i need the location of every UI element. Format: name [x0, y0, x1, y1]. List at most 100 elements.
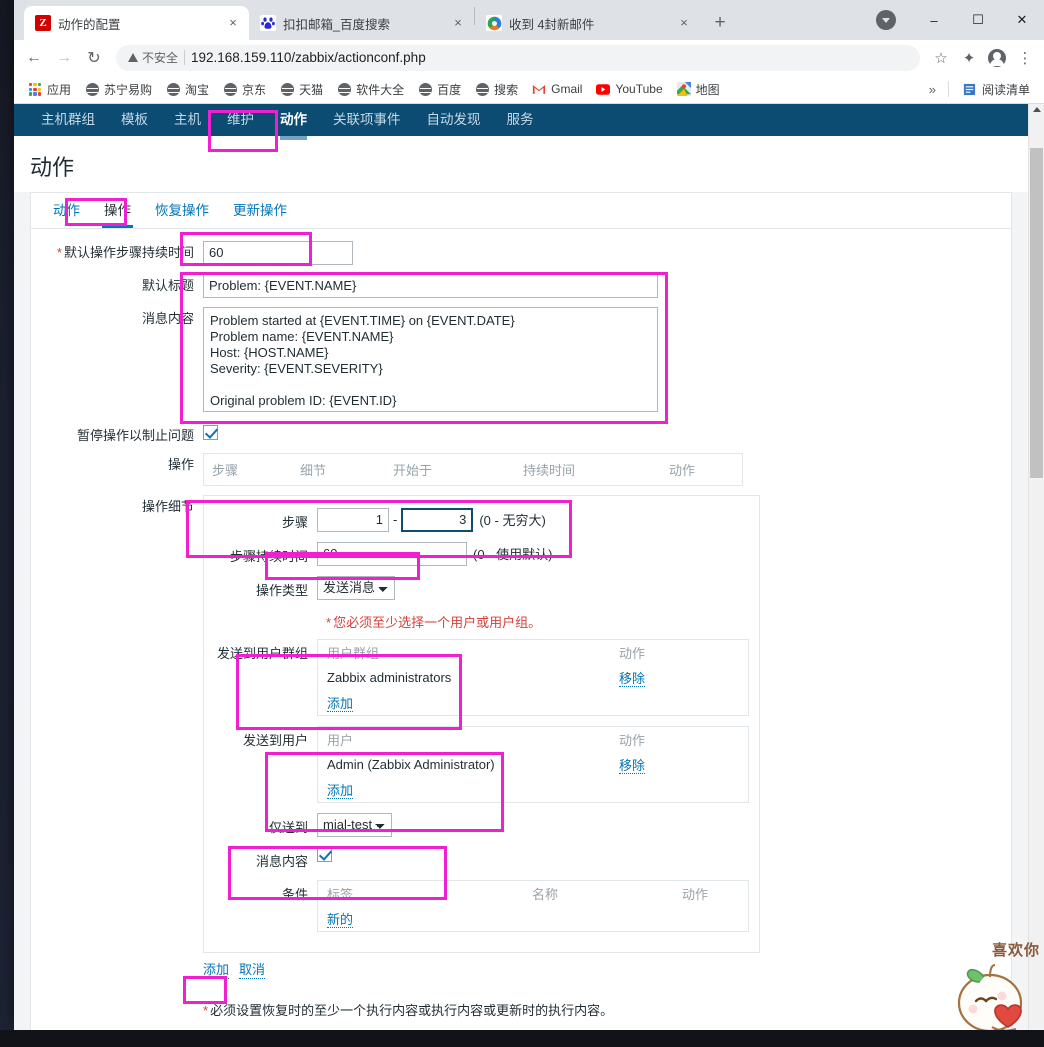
nav-item-hosts[interactable]: 主机 [161, 104, 214, 136]
operation-type-select[interactable]: 发送消息 [317, 575, 395, 600]
row-step-duration: 步骤持续时间 (0 - 使用默认) [214, 541, 749, 566]
scroll-up-arrow-icon[interactable] [1033, 106, 1041, 112]
send-only-to-select[interactable]: mial-test [317, 812, 392, 837]
scrollbar-thumb[interactable] [1030, 147, 1043, 478]
message-content-textarea[interactable]: Problem started at {EVENT.TIME} on {EVEN… [203, 306, 658, 412]
reload-icon[interactable]: ↻ [80, 44, 108, 72]
address-bar[interactable]: 不安全 192.168.159.110/zabbix/actionconf.ph… [116, 44, 920, 71]
field-step-duration: (0 - 使用默认) [317, 541, 749, 566]
reading-list-button[interactable]: 阅读清单 [957, 79, 1036, 100]
profile-avatar-icon[interactable] [984, 45, 1010, 71]
maximize-icon[interactable]: ☐ [956, 4, 1000, 36]
step-from-input[interactable] [317, 507, 389, 532]
bookmark-tmall[interactable]: 天猫 [274, 79, 329, 100]
browser-tab-2[interactable]: 收到 4封新邮件 × [475, 6, 700, 40]
nav-item-correlation[interactable]: 关联项事件 [320, 104, 414, 136]
add-user-group-link[interactable]: 添加 [327, 695, 354, 712]
bookmark-baidu[interactable]: 百度 [412, 79, 467, 100]
row-operation-details: 操作细节 步骤 - [31, 494, 1011, 983]
col-details: 细节 [300, 462, 327, 478]
nav-item-templates[interactable]: 模板 [108, 104, 161, 136]
custom-message-checkbox[interactable] [317, 846, 332, 862]
profile-chevron-icon[interactable] [876, 10, 896, 30]
users-add-row: 添加 [318, 777, 748, 802]
action-form-card: 动作 操作 恢复操作 更新操作 * 默认操作步骤持续时间 60 默认标题 Pro… [30, 191, 1012, 1030]
browser-window: Z 动作的配置 × 扣扣邮箱_百度搜索 × 收到 4封新邮件 × + – ☐ ✕… [14, 0, 1044, 1030]
label-send-to-user-groups: 发送到用户群组 [216, 645, 308, 661]
browser-tab-0[interactable]: Z 动作的配置 × [24, 6, 249, 40]
new-condition-link[interactable]: 新的 [327, 911, 354, 928]
bookmark-maps[interactable]: 地图 [671, 79, 726, 100]
nav-item-host-groups[interactable]: 主机群组 [28, 104, 108, 136]
pause-operations-checkbox[interactable] [203, 424, 218, 440]
browser-tab-1[interactable]: 扣扣邮箱_百度搜索 × [249, 6, 474, 40]
minimize-icon[interactable]: – [912, 4, 956, 36]
globe-icon [475, 82, 489, 96]
nav-item-actions[interactable]: 动作 [267, 104, 320, 140]
label-custom-message: 消息内容 [255, 853, 308, 869]
reading-list-label: 阅读清单 [981, 82, 1030, 97]
tab-recovery-operations[interactable]: 恢复操作 [143, 193, 221, 228]
remove-user-group-link[interactable]: 移除 [619, 670, 646, 687]
bookmark-jd[interactable]: 京东 [217, 79, 272, 100]
nav-item-discovery[interactable]: 自动发现 [414, 104, 494, 136]
baidu-icon [260, 15, 276, 31]
default-subject-input[interactable] [203, 273, 658, 298]
bookmark-star-icon[interactable]: ☆ [928, 45, 954, 71]
operation-details-panel: 步骤 - (0 - 无穷大) [203, 494, 760, 953]
apps-grid-icon [28, 82, 42, 96]
step-to-input[interactable] [401, 507, 474, 532]
warning-triangle-icon [128, 53, 138, 63]
nav-item-maintenance[interactable]: 维护 [214, 104, 267, 136]
steps-dash: - [393, 512, 398, 528]
window-controls: – ☐ ✕ [912, 0, 1044, 40]
field-message-content: Problem started at {EVENT.TIME} on {EVEN… [203, 306, 1011, 415]
close-icon[interactable]: × [450, 15, 466, 31]
bookmark-search[interactable]: 搜索 [469, 79, 524, 100]
label-steps: 步骤 [281, 514, 308, 530]
bookmarks-overflow-icon[interactable]: » [925, 82, 940, 97]
steps-hint: (0 - 无穷大) [479, 513, 546, 529]
browser-menu-icon[interactable]: ⋮ [1012, 45, 1038, 71]
tab-operations[interactable]: 操作 [92, 193, 143, 228]
new-tab-button[interactable]: + [706, 9, 734, 37]
close-window-icon[interactable]: ✕ [1000, 4, 1044, 36]
tab-update-operations[interactable]: 更新操作 [221, 193, 299, 228]
row-default-step-duration: * 默认操作步骤持续时间 [31, 240, 1011, 265]
bookmark-youtube[interactable]: YouTube [590, 80, 668, 98]
required-asterisk: * [326, 614, 332, 630]
cancel-operation-link[interactable]: 取消 [239, 959, 266, 979]
forward-icon[interactable]: → [50, 44, 78, 72]
bookmark-apps[interactable]: 应用 [22, 79, 77, 100]
label-default-subject: 默认标题 [141, 277, 194, 293]
col-label: 标签 [327, 886, 354, 902]
operation-action-links: 添加 取消 [203, 953, 1011, 983]
close-icon[interactable]: × [676, 15, 692, 31]
bookmark-software[interactable]: 软件大全 [331, 79, 410, 100]
tab-action[interactable]: 动作 [41, 193, 92, 228]
nav-item-services[interactable]: 服务 [494, 104, 547, 136]
extensions-icon[interactable]: ✦ [956, 45, 982, 71]
add-operation-link[interactable]: 添加 [203, 959, 230, 979]
close-icon[interactable]: × [225, 15, 241, 31]
not-secure-indicator[interactable]: 不安全 [128, 49, 178, 66]
label-pause-operations: 暂停操作以制止问题 [76, 427, 194, 443]
omnibox-divider [184, 50, 186, 66]
back-icon[interactable]: ← [20, 44, 48, 72]
step-duration-input[interactable] [317, 541, 467, 566]
remove-user-link[interactable]: 移除 [619, 757, 646, 774]
add-user-link[interactable]: 添加 [327, 782, 354, 799]
label-send-only-to: 仅送到 [268, 819, 308, 835]
default-step-duration-input[interactable] [203, 240, 353, 265]
row-send-to-users: 发送到用户 用户 动作 Admin (Zabbix Administrator)… [214, 725, 749, 803]
bookmark-gmail[interactable]: Gmail [526, 80, 588, 98]
field-pause-operations [203, 424, 1011, 440]
label-default-step-duration: * 默认操作步骤持续时间 [56, 244, 194, 260]
bookmark-suning[interactable]: 苏宁易购 [79, 79, 158, 100]
page-scrollbar[interactable] [1028, 103, 1044, 1030]
user-name: Admin (Zabbix Administrator) [327, 756, 495, 772]
bookmark-taobao[interactable]: 淘宝 [160, 79, 215, 100]
bookmarks-right: » 阅读清单 [925, 79, 1036, 100]
row-send-only-to: 仅送到 mial-test [214, 812, 749, 837]
bookmark-label: 苏宁易购 [104, 82, 153, 97]
